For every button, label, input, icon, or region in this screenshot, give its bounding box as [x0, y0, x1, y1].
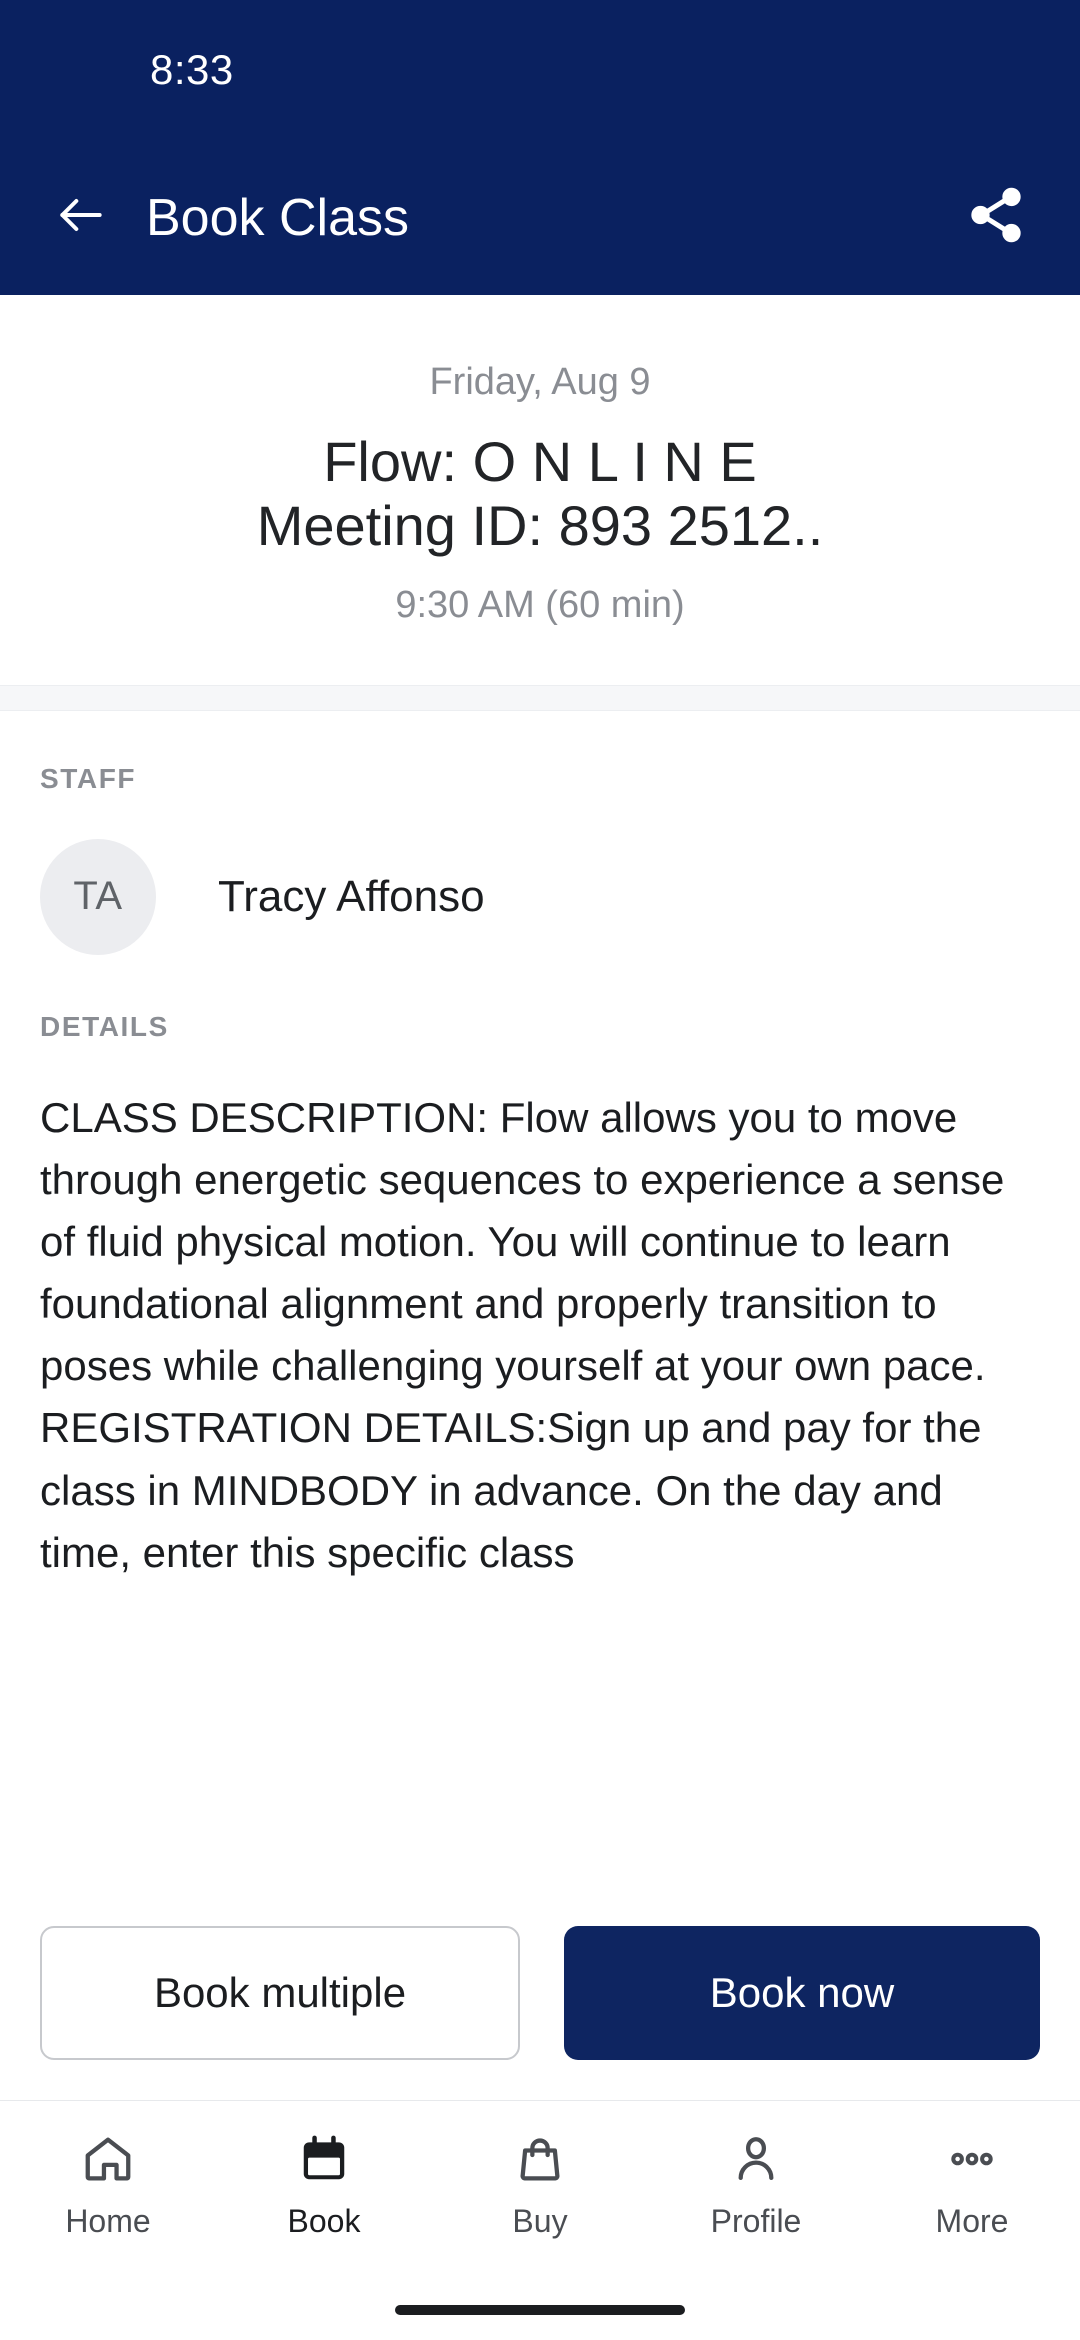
section-divider [0, 684, 1080, 711]
content-area: STAFF TA Tracy Affonso DETAILS CLASS DES… [0, 711, 1080, 1892]
status-bar: 8:33 [0, 0, 1080, 140]
staff-name: Tracy Affonso [218, 871, 485, 921]
nav-item-profile[interactable]: Profile [648, 2127, 864, 2240]
class-time: 9:30 AM (60 min) [395, 583, 685, 626]
share-button[interactable] [956, 178, 1036, 258]
nav-item-buy[interactable]: Buy [432, 2127, 648, 2240]
details-description: CLASS DESCRIPTION: Flow allows you to mo… [40, 1093, 1005, 1576]
nav-label-book: Book [287, 2203, 361, 2239]
class-name: Flow: O N L I N E Meeting ID: 893 2512.. [256, 430, 824, 557]
nav-item-home[interactable]: Home [0, 2127, 216, 2240]
app-screen: 8:33 Book Class Friday, Aug 9 Flow: O N … [0, 0, 1080, 2340]
arrow-left-icon [53, 187, 109, 248]
details-section-label: DETAILS [40, 1010, 169, 1042]
home-indicator-area [0, 2280, 1080, 2340]
page-title: Book Class [146, 188, 409, 247]
staff-section-label: STAFF [40, 762, 137, 794]
avatar-initials: TA [73, 874, 123, 919]
nav-item-book[interactable]: Book [216, 2127, 432, 2240]
book-multiple-button[interactable]: Book multiple [40, 1926, 520, 2060]
nav-label-buy: Buy [512, 2203, 568, 2239]
nav-label-home: Home [65, 2203, 151, 2239]
share-icon [965, 184, 1027, 251]
person-icon [729, 2127, 783, 2191]
bag-icon [513, 2127, 567, 2191]
back-button[interactable] [44, 181, 118, 255]
home-icon [81, 2127, 135, 2191]
action-buttons: Book multiple Book now [0, 1926, 1080, 2060]
nav-label-profile: Profile [710, 2203, 802, 2239]
nav-item-more[interactable]: More [864, 2127, 1080, 2240]
more-dots-icon [945, 2127, 999, 2191]
book-now-button[interactable]: Book now [564, 1926, 1040, 2060]
class-header: Friday, Aug 9 Flow: O N L I N E Meeting … [0, 295, 1080, 685]
calendar-icon [297, 2127, 351, 2191]
avatar: TA [40, 838, 156, 955]
nav-label-more: More [935, 2203, 1009, 2239]
home-indicator[interactable] [395, 2305, 685, 2315]
staff-row[interactable]: TA Tracy Affonso [40, 838, 1040, 955]
status-time: 8:33 [150, 46, 234, 93]
app-bar: Book Class [0, 140, 1080, 295]
class-date: Friday, Aug 9 [429, 361, 651, 403]
bottom-navigation: Home Book Buy Profile More [0, 2100, 1080, 2280]
